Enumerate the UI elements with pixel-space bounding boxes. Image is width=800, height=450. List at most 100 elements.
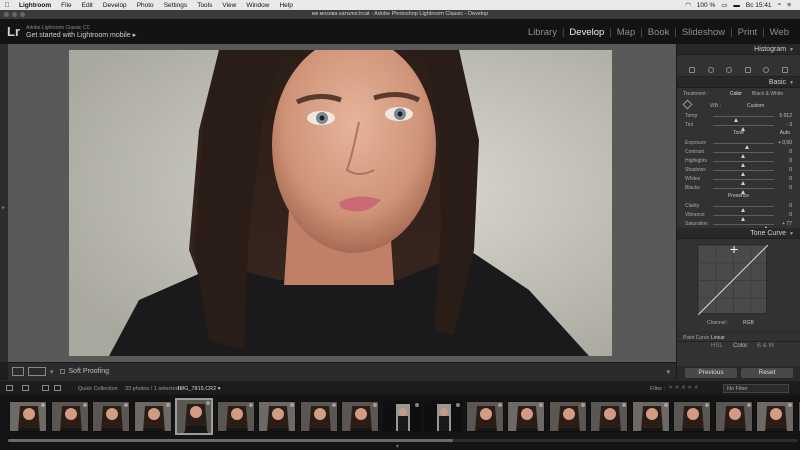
slider-track[interactable] [713, 152, 774, 158]
tone-auto-button[interactable]: Auto [780, 129, 790, 138]
slider-value[interactable]: + 0,50 [778, 140, 792, 146]
menu-develop[interactable]: Develop [98, 2, 132, 9]
prev-arrow-icon[interactable] [42, 385, 49, 391]
radial-filter-icon[interactable] [763, 66, 770, 73]
slider-track[interactable] [713, 215, 774, 221]
module-book[interactable]: Book [643, 27, 675, 38]
slider-value[interactable]: - 3 [786, 122, 792, 128]
slider-temp[interactable]: Temp 5 012 [677, 111, 800, 122]
filmstrip-thumbnail[interactable] [216, 401, 255, 432]
slider-value[interactable]: 0 [789, 212, 792, 218]
soft-proofing-checkbox[interactable] [59, 369, 65, 374]
filmstrip-thumbnail[interactable] [590, 401, 628, 432]
previous-button[interactable]: Previous [685, 368, 737, 378]
treatment-black-white[interactable]: Black & White [752, 91, 783, 97]
hsl-tab[interactable]: HSL [711, 343, 723, 349]
filmstrip-thumbnail[interactable] [133, 401, 172, 432]
red-eye-icon[interactable] [726, 66, 733, 73]
slider-value[interactable]: + 77 [782, 221, 792, 227]
before-after-view-icon[interactable] [28, 367, 46, 376]
slider-track[interactable] [713, 116, 774, 122]
toolbar-menu-icon[interactable]: ▾ [666, 368, 670, 376]
filmstrip-thumbnail[interactable] [50, 401, 89, 432]
slider-value[interactable]: 0 [789, 158, 792, 164]
slider-vibrance[interactable]: Vibrance 0 [677, 210, 800, 221]
basic-header[interactable]: Basic ▼ [677, 77, 800, 88]
wifi-icon[interactable]: ◠ [682, 1, 694, 9]
filter-dropdown[interactable]: No Filter [723, 384, 789, 393]
clock[interactable]: Вс 15:41 [743, 2, 775, 9]
slider-track[interactable] [713, 170, 774, 176]
expand-left-panel-icon[interactable]: ▸ [2, 204, 5, 211]
slider-track[interactable] [713, 143, 774, 149]
before-after-dropdown-icon[interactable]: ▾ [50, 368, 54, 376]
slider-value[interactable]: 0 [789, 167, 792, 173]
adjustment-brush-icon[interactable] [781, 66, 788, 73]
image-canvas[interactable] [8, 44, 676, 362]
slider-value[interactable]: 0 [789, 185, 792, 191]
menu-view[interactable]: View [217, 2, 241, 9]
filmstrip-thumbnail[interactable] [258, 401, 296, 432]
flag-icon[interactable]: ▬ [730, 2, 743, 9]
wb-preset-dropdown[interactable]: Custom [747, 103, 764, 109]
tone-curve-header[interactable]: Tone Curve ▼ [677, 228, 800, 239]
get-started-mobile-link[interactable]: Get started with Lightroom mobile ▸ [26, 31, 136, 39]
slider-value[interactable]: 0 [789, 176, 792, 182]
menu-window[interactable]: Window [241, 2, 274, 9]
filmstrip-scroll-thumb[interactable] [8, 439, 453, 442]
wb-eyedropper-icon[interactable] [682, 99, 693, 110]
left-panel-collapsed[interactable]: ▸ [0, 44, 8, 362]
module-library[interactable]: Library [523, 27, 562, 38]
filmstrip-thumbnail[interactable] [465, 401, 504, 432]
color-tab[interactable]: Color [733, 343, 747, 349]
close-button[interactable] [4, 12, 9, 17]
treatment-color[interactable]: Color [730, 91, 742, 97]
minimize-button[interactable] [12, 12, 17, 17]
slider-value[interactable]: 0 [789, 203, 792, 209]
apple-icon[interactable]:  [0, 2, 14, 9]
slider-tint[interactable]: Tint - 3 [677, 120, 800, 131]
filmstrip-source[interactable]: Quick Collection [78, 386, 118, 392]
module-print[interactable]: Print [733, 27, 763, 38]
slider-track[interactable] [713, 161, 774, 167]
filmstrip-thumbnail[interactable] [175, 398, 213, 435]
module-web[interactable]: Web [765, 27, 794, 38]
tone-curve-graph[interactable] [697, 244, 768, 315]
slider-value[interactable]: 5 012 [779, 113, 792, 119]
filmstrip-thumbnail[interactable] [299, 401, 338, 432]
slider-value[interactable]: 0 [789, 149, 792, 155]
slider-track[interactable] [713, 179, 774, 185]
slider-track[interactable] [713, 206, 774, 212]
crop-tool-icon[interactable] [689, 66, 696, 73]
filmstrip-thumbnail[interactable] [548, 401, 587, 432]
filmstrip-thumbnail[interactable] [507, 401, 545, 432]
slider-exposure[interactable]: Exposure + 0,50 [677, 138, 800, 149]
menu-list-icon[interactable]: ≡ [784, 2, 794, 9]
grid-view-icon[interactable] [22, 385, 29, 391]
menu-photo[interactable]: Photo [132, 2, 159, 9]
filmstrip-thumbnail[interactable] [9, 401, 47, 432]
next-arrow-icon[interactable] [54, 385, 61, 391]
filmstrip-thumbnail[interactable] [424, 401, 462, 432]
channel-dropdown[interactable]: RGB [743, 320, 754, 326]
filmstrip-thumbnail[interactable] [756, 401, 794, 432]
slider-shadows[interactable]: Shadows 0 [677, 165, 800, 176]
filmstrip-thumbnail[interactable] [341, 401, 379, 432]
slider-clarity[interactable]: Clarity 0 [677, 201, 800, 212]
filmstrip-scrollbar[interactable] [8, 439, 798, 442]
module-map[interactable]: Map [612, 27, 640, 38]
slider-track[interactable] [713, 224, 774, 230]
second-window-icon[interactable] [6, 385, 13, 391]
module-slideshow[interactable]: Slideshow [677, 27, 730, 38]
spot-removal-icon[interactable] [707, 66, 714, 73]
bw-tab[interactable]: B & W [757, 343, 774, 349]
filmstrip-thumbnail[interactable] [631, 401, 670, 432]
menu-lightroom[interactable]: Lightroom [14, 2, 56, 9]
filmstrip-thumbnail[interactable] [92, 401, 130, 432]
slider-saturation[interactable]: Saturation + 77 [677, 219, 800, 230]
module-develop[interactable]: Develop [564, 27, 609, 38]
slider-whites[interactable]: Whites 0 [677, 174, 800, 185]
slider-blacks[interactable]: Blacks 0 [677, 183, 800, 194]
histogram-header[interactable]: Histogram ▼ [677, 44, 800, 55]
rating-filter-stars[interactable]: ★★★★★ [668, 384, 700, 391]
